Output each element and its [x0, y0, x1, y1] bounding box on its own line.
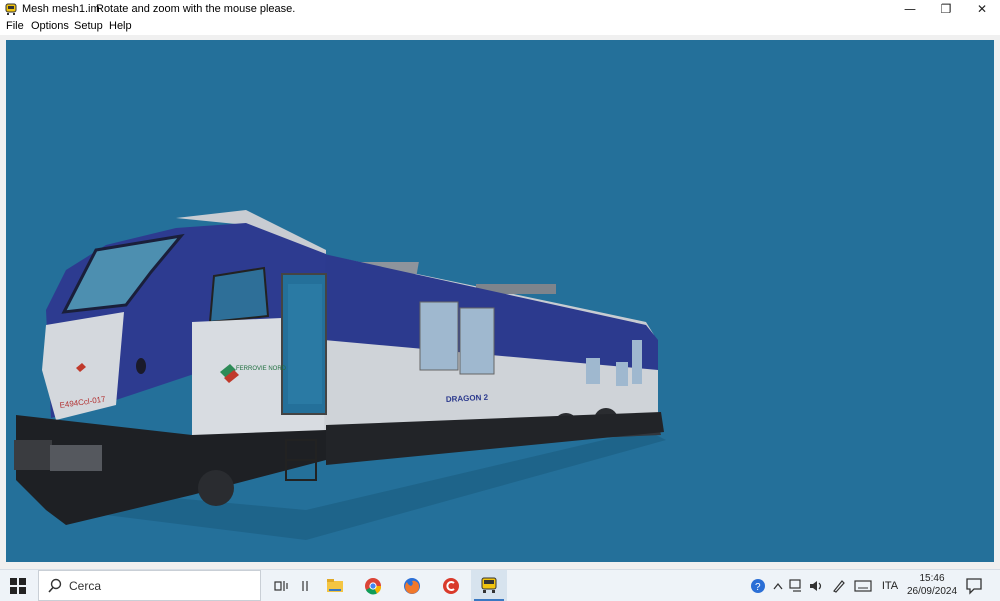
- window-hint: Rotate and zoom with the mouse please.: [96, 3, 296, 15]
- svg-text:?: ?: [755, 582, 761, 593]
- menu-help[interactable]: Help: [109, 20, 132, 32]
- divider-icon: [292, 573, 318, 599]
- title-bar: Mesh mesh1.im Rotate and zoom with the m…: [0, 0, 1000, 18]
- menu-options[interactable]: Options: [31, 20, 69, 32]
- menu-setup[interactable]: Setup: [74, 20, 103, 32]
- windows-icon: [10, 577, 26, 594]
- loco-brand-text: FERROVIE NORD: [236, 366, 287, 372]
- locomotive-model: E494Ccl-017 FERROVIE NORD DRAGON 2: [14, 210, 666, 540]
- task-view-icon[interactable]: [268, 573, 294, 599]
- restore-button[interactable]: ❐: [928, 0, 964, 18]
- file-explorer-icon[interactable]: [322, 573, 348, 599]
- search-placeholder: Cerca: [69, 579, 102, 593]
- minimize-button[interactable]: —: [892, 0, 928, 18]
- close-button[interactable]: ✕: [964, 0, 1000, 18]
- network-icon[interactable]: [788, 570, 806, 601]
- clock[interactable]: 15:46 26/09/2024: [904, 572, 960, 598]
- clock-date: 26/09/2024: [906, 586, 958, 597]
- window-title: Mesh mesh1.im: [22, 3, 100, 15]
- mesh-viewer-icon: [481, 577, 497, 593]
- taskbar: Cerca ? ITA 15:46 26/09/2024: [0, 569, 1000, 601]
- clock-time: 15:46: [919, 573, 945, 584]
- firefox-icon[interactable]: [399, 573, 425, 599]
- menu-bar: File Options Setup Help: [0, 18, 1000, 35]
- chevron-up-icon[interactable]: [770, 570, 786, 601]
- mesh-viewer-taskbar-button[interactable]: [471, 570, 507, 601]
- start-button[interactable]: [0, 570, 36, 601]
- 3d-viewport[interactable]: E494Ccl-017 FERROVIE NORD DRAGON 2: [6, 40, 994, 562]
- search-icon: [48, 578, 62, 593]
- chrome-icon[interactable]: [360, 573, 386, 599]
- search-box[interactable]: Cerca: [38, 570, 261, 601]
- keyboard-icon[interactable]: [852, 570, 874, 601]
- volume-icon[interactable]: [808, 570, 826, 601]
- app-icon: [5, 3, 17, 15]
- notification-icon[interactable]: [964, 576, 984, 596]
- ccleaner-icon[interactable]: [438, 573, 464, 599]
- pen-icon[interactable]: [830, 570, 848, 601]
- language-indicator[interactable]: ITA: [878, 570, 902, 601]
- help-tray-icon[interactable]: ?: [748, 570, 768, 601]
- menu-file[interactable]: File: [6, 20, 24, 32]
